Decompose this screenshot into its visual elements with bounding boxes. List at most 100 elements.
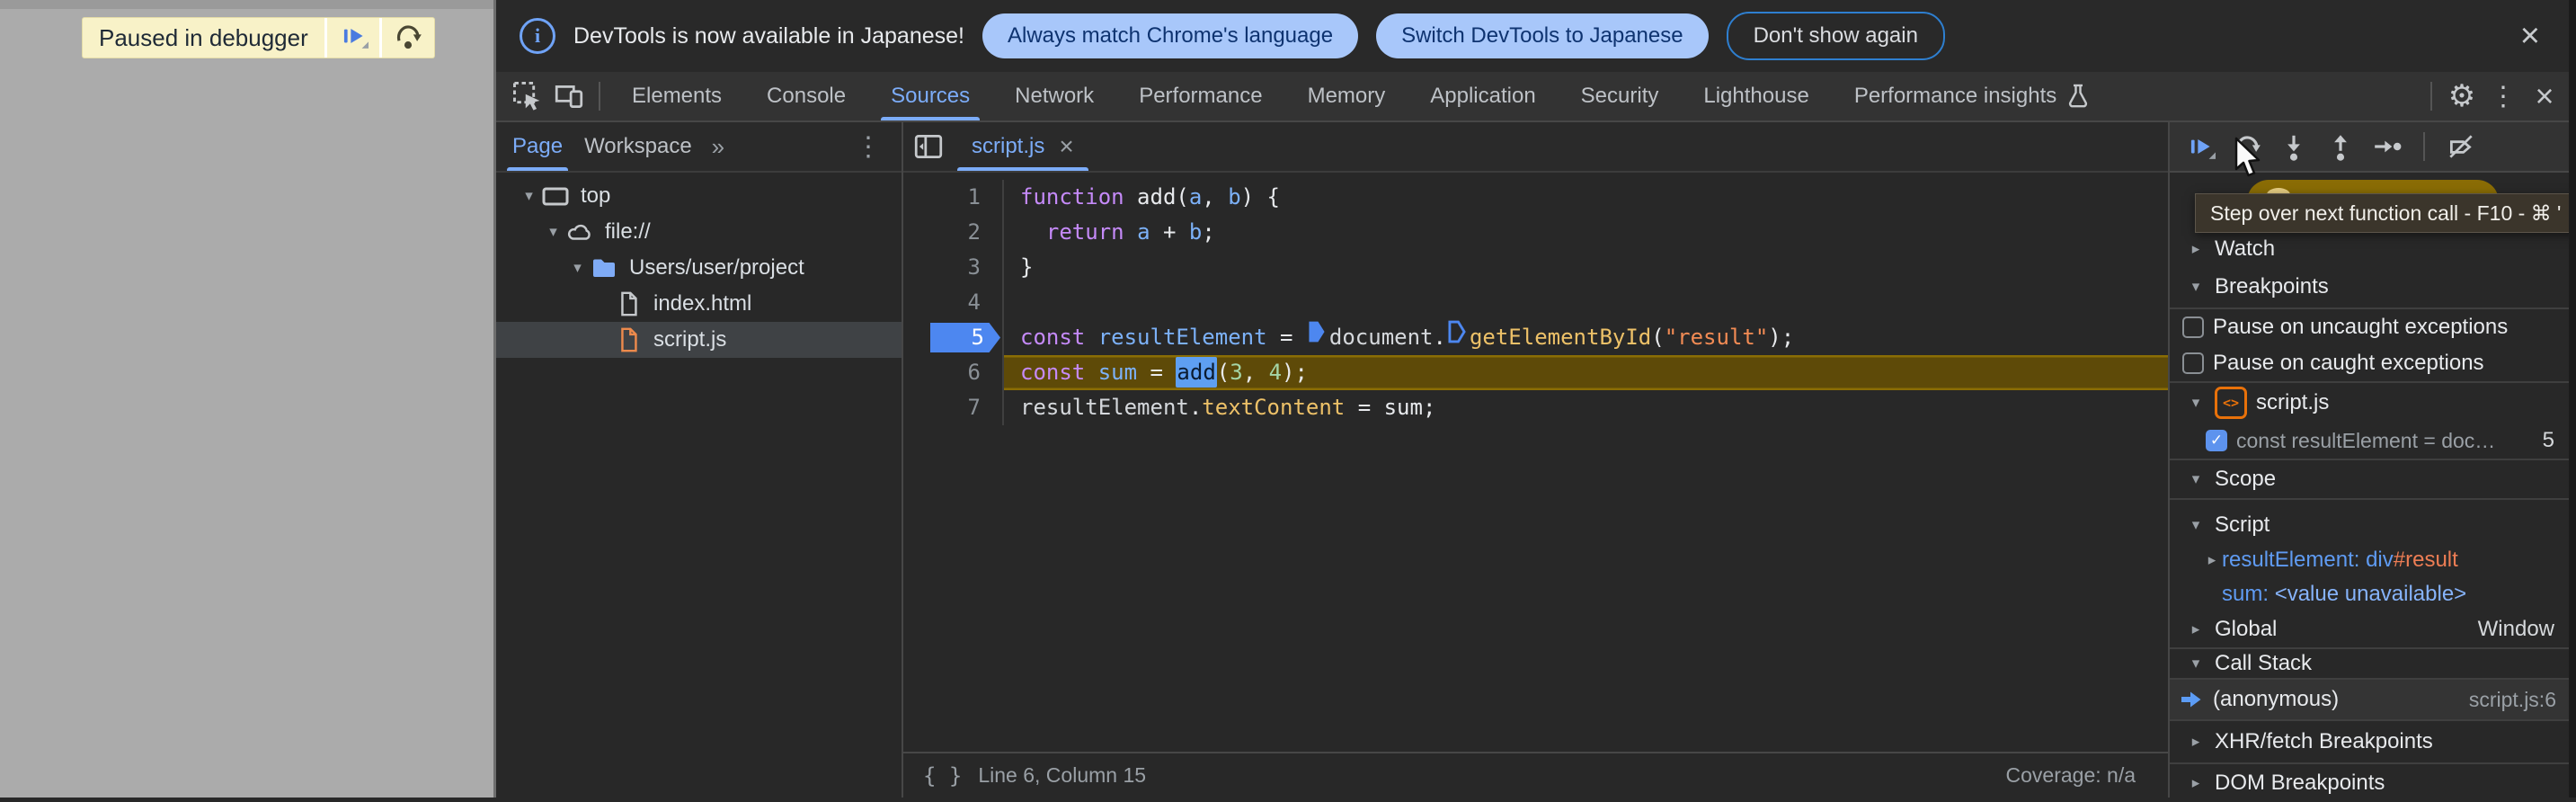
inline-breakpoint-candidate-icon[interactable] xyxy=(1448,319,1466,354)
step-into-icon[interactable] xyxy=(2274,128,2314,165)
resume-script-icon[interactable] xyxy=(2181,128,2220,165)
step-icon[interactable] xyxy=(2367,128,2407,165)
tab-lighthouse[interactable]: Lighthouse xyxy=(1681,72,1831,120)
tab-performance[interactable]: Performance xyxy=(1116,72,1284,120)
editor-tab-label: script.js xyxy=(972,134,1045,158)
device-toolbar-icon[interactable] xyxy=(548,76,590,117)
tab-label: Console xyxy=(767,84,847,108)
breakpoint-file-group[interactable]: ▾ <> script.js xyxy=(2170,383,2576,423)
scope-group-script[interactable]: ▾ Script xyxy=(2170,507,2576,543)
tab-security[interactable]: Security xyxy=(1559,72,1682,120)
scope-variable-sum[interactable]: sum: <value unavailable> xyxy=(2170,577,2576,611)
section-divider xyxy=(2170,498,2576,500)
code-line-3: 3} xyxy=(903,250,2168,285)
pause-option-1[interactable]: Pause on caught exceptions xyxy=(2170,345,2576,381)
section-scope[interactable]: ▾ Scope xyxy=(2170,460,2576,498)
infobar-close-icon[interactable]: × xyxy=(2520,19,2540,53)
editor-tab-scriptjs[interactable]: script.js × xyxy=(954,122,1092,171)
more-tabs-icon[interactable]: » xyxy=(712,133,724,161)
code-editor[interactable]: 1 function add(a, b) {2 return a + b; 3} 4 5… xyxy=(903,173,2168,798)
switch-to-japanese-button[interactable]: Switch DevTools to Japanese xyxy=(1376,13,1709,58)
breakpoint-marker[interactable]: 5 xyxy=(930,323,1000,352)
chevron-down-icon[interactable]: ▾ xyxy=(565,259,590,277)
line-number-5[interactable]: 5 xyxy=(903,320,1004,355)
tab-sources[interactable]: Sources xyxy=(868,72,992,120)
checkbox[interactable] xyxy=(2182,352,2204,374)
chevron-right-icon[interactable]: ▸ xyxy=(2202,551,2222,569)
chevron-down-icon[interactable]: ▾ xyxy=(541,223,565,241)
tree-item-users-user-project[interactable]: ▾ Users/user/project xyxy=(496,250,902,286)
controls-divider xyxy=(2423,132,2425,161)
tab-console[interactable]: Console xyxy=(744,72,868,120)
devtools-close-icon[interactable]: × xyxy=(2524,76,2565,117)
tab-close-icon[interactable]: × xyxy=(1059,134,1073,159)
tab-network[interactable]: Network xyxy=(992,72,1116,120)
code-line-6: 6 const sum = add(3, 4); xyxy=(903,355,2168,390)
section-xhr-breakpoints[interactable]: ▸ XHR/fetch Breakpoints xyxy=(2170,721,2576,762)
breakpoint-entry[interactable]: ✓ const resultElement = doc… 5 xyxy=(2170,423,2576,459)
pause-option-0[interactable]: Pause on uncaught exceptions xyxy=(2170,309,2576,345)
tree-item-top[interactable]: ▾ top xyxy=(496,178,902,214)
tab-elements[interactable]: Elements xyxy=(609,72,744,120)
tab-label: Network xyxy=(1015,84,1095,108)
tab-memory[interactable]: Memory xyxy=(1285,72,1408,120)
overflow-menu-icon[interactable]: ⋮ xyxy=(2483,76,2524,117)
inline-breakpoint-set-icon[interactable] xyxy=(1308,319,1326,354)
toggle-navigator-icon[interactable] xyxy=(903,122,954,171)
token-num: 3 xyxy=(1230,360,1243,385)
pretty-print-icon[interactable]: { } xyxy=(923,763,962,789)
tree-item-script-js[interactable]: script.js xyxy=(496,322,902,358)
line-number-2[interactable]: 2 xyxy=(903,215,1004,250)
deactivate-breakpoints-icon[interactable] xyxy=(2441,128,2481,165)
infobar: i DevTools is now available in Japanese!… xyxy=(496,0,2576,72)
step-out-icon[interactable] xyxy=(2321,128,2360,165)
navigator-tab-workspace[interactable]: Workspace xyxy=(573,122,703,171)
code-line-text: resultElement.textContent = sum; xyxy=(1004,390,2168,425)
token-obj: document xyxy=(1328,325,1434,350)
section-call-stack[interactable]: ▾ Call Stack xyxy=(2170,649,2576,678)
line-number-6[interactable]: 6 xyxy=(903,355,1004,390)
tab-performance-insights[interactable]: Performance insights xyxy=(1832,72,2113,120)
chevron-down-icon[interactable]: ▾ xyxy=(517,187,541,205)
chevron-down-icon: ▾ xyxy=(2191,516,2200,533)
infobar-message: DevTools is now available in Japanese! xyxy=(573,22,964,49)
tab-label: Application xyxy=(1430,84,1536,108)
tab-application[interactable]: Application xyxy=(1408,72,1558,120)
section-breakpoints[interactable]: ▾ Breakpoints xyxy=(2170,266,2576,307)
file-html-icon xyxy=(614,290,643,318)
scope-global-label: Global xyxy=(2215,617,2278,641)
step-over-button[interactable] xyxy=(382,18,434,58)
line-number-4[interactable]: 4 xyxy=(903,285,1004,320)
navigator-tab-page[interactable]: Page xyxy=(502,122,573,171)
tree-item-label: top xyxy=(581,183,611,208)
tree-item-file-[interactable]: ▾ file:// xyxy=(496,214,902,250)
checkbox[interactable] xyxy=(2182,316,2204,338)
dont-show-again-button[interactable]: Don't show again xyxy=(1726,12,1945,60)
settings-gear-icon[interactable]: ⚙ xyxy=(2441,76,2483,117)
call-stack-frame[interactable]: (anonymous) script.js:6 xyxy=(2170,680,2576,719)
inspect-element-icon[interactable] xyxy=(507,76,548,117)
step-over-icon xyxy=(392,21,424,56)
tree-item-index-html[interactable]: index.html xyxy=(496,286,902,322)
line-number-1[interactable]: 1 xyxy=(903,180,1004,215)
code-line-5: 5 const resultElement = document. getEleme… xyxy=(903,320,2168,355)
debugger-sidebar: Step over next function call - F10 - ⌘ '… xyxy=(2168,122,2576,798)
code-line-4: 4 xyxy=(903,285,2168,320)
section-dom-breakpoints[interactable]: ▸ DOM Breakpoints xyxy=(2170,764,2576,802)
token-fn: getElementById xyxy=(1469,325,1652,350)
navigator-overflow-menu-icon[interactable]: ⋮ xyxy=(855,131,882,163)
scope-group-global[interactable]: ▸ Global Window xyxy=(2170,611,2576,647)
token-kw: const xyxy=(1020,325,1086,350)
variable-value: #result xyxy=(2393,548,2458,572)
step-over-icon[interactable] xyxy=(2227,128,2267,165)
always-match-language-button[interactable]: Always match Chrome's language xyxy=(982,13,1359,58)
resume-script-button[interactable] xyxy=(327,18,379,58)
section-watch[interactable]: ▸ Watch xyxy=(2170,232,2576,266)
active-frame-arrow-icon xyxy=(2179,687,2204,712)
line-number-3[interactable]: 3 xyxy=(903,250,1004,285)
debugger-controls xyxy=(2170,122,2576,173)
breakpoint-checkbox[interactable]: ✓ xyxy=(2206,430,2227,451)
xhr-breakpoints-title: XHR/fetch Breakpoints xyxy=(2215,729,2433,753)
scope-variable-resultElement[interactable]: ▸ resultElement: div #result xyxy=(2170,543,2576,577)
line-number-7[interactable]: 7 xyxy=(903,390,1004,425)
